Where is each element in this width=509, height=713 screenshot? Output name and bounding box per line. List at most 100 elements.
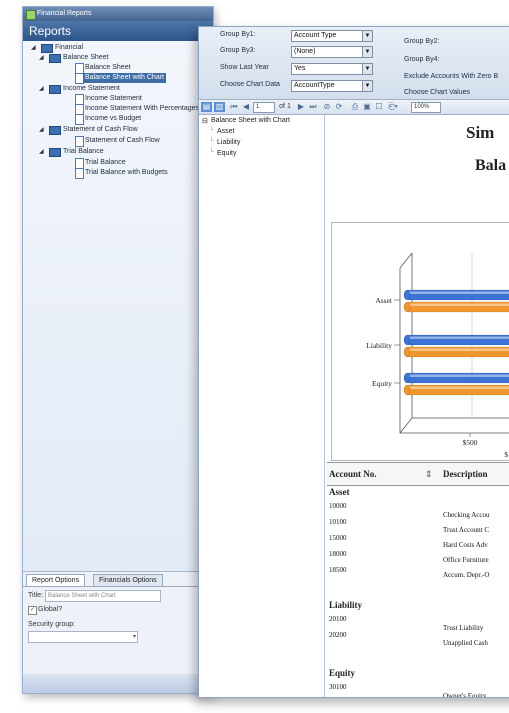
tree-item-trial-balance-with-budgets[interactable]: Trial Balance with Budgets <box>23 168 203 179</box>
group-by1-select[interactable]: Account Type ▼ <box>291 30 373 42</box>
sort-icon[interactable]: ⇕ <box>425 469 433 480</box>
refresh-icon[interactable]: ⟳ <box>334 102 344 112</box>
title-label: Title: <box>28 592 43 599</box>
choose-chart-data-select[interactable]: AccountType ▼ <box>291 80 373 92</box>
tree-item-balance-sheet-with-chart[interactable]: Balance Sheet with Chart <box>23 73 203 84</box>
show-last-year-select[interactable]: Yes ▼ <box>291 63 373 75</box>
account-no: 18500 <box>329 566 347 574</box>
bar-highlight <box>406 374 509 377</box>
print-icon[interactable]: ⎙ <box>350 102 360 112</box>
column-description[interactable]: Description <box>443 469 488 479</box>
dropdown-arrow-icon: ▼ <box>362 31 372 41</box>
security-group-select[interactable]: ▾ <box>28 631 138 643</box>
doc-map-collapse-icon[interactable]: ⊟ <box>202 117 208 125</box>
tree-node-statement-of-cash-flow[interactable]: ◢ Statement of Cash Flow <box>23 125 203 135</box>
tree-item-income-statement[interactable]: Income Statement <box>23 94 203 105</box>
stop-icon[interactable]: ⊘ <box>322 102 332 112</box>
account-no: 18000 <box>329 550 347 558</box>
account-no: 10000 <box>329 502 347 510</box>
bar-highlight <box>406 291 509 294</box>
x-axis-label: $ in <box>504 450 509 459</box>
tree-item-statement-of-cash-flow[interactable]: Statement of Cash Flow <box>23 136 203 147</box>
doc-map-root[interactable]: Balance Sheet with Chart <box>211 117 290 124</box>
account-no: 30100 <box>329 683 347 691</box>
tree-node-financial[interactable]: ◢ Financial <box>23 43 203 53</box>
doc-map-item-asset[interactable]: Asset <box>217 128 235 135</box>
account-no: 10100 <box>329 518 347 526</box>
category-label-asset: Asset <box>375 296 393 305</box>
bar-end-cap <box>403 289 411 301</box>
dropdown-arrow-icon: ▼ <box>362 47 372 57</box>
print-layout-icon[interactable]: ▣ <box>362 102 372 112</box>
account-description: Unapplied Cash <box>443 639 488 647</box>
bar-end-cap <box>403 334 411 346</box>
tab-financials-options[interactable]: Financials Options <box>93 574 163 586</box>
tree-node-balance-sheet[interactable]: ◢ Balance Sheet <box>23 53 203 63</box>
collapse-icon[interactable]: ◢ <box>39 84 44 94</box>
folder-icon <box>41 44 53 53</box>
account-no: 20200 <box>329 631 347 639</box>
global-label: Global? <box>38 606 63 613</box>
parameters-icon[interactable]: ▥ <box>214 102 225 112</box>
tab-report-options[interactable]: Report Options <box>26 574 86 586</box>
security-group-label: Security group: <box>28 621 76 628</box>
doc-map-item-liability[interactable]: Liability <box>217 139 240 146</box>
bar-end-cap <box>403 346 411 358</box>
folder-icon <box>49 85 61 94</box>
balance-chart: Asset Liability Equity $500 $ in <box>331 222 509 461</box>
folder-icon <box>49 148 61 157</box>
group-by2-label: Group By2: <box>404 38 440 45</box>
tree-node-income-statement[interactable]: ◢ Income Statement <box>23 84 203 94</box>
collapse-icon[interactable]: ◢ <box>31 43 36 53</box>
options-panel: Report Options Financials Options Title:… <box>23 571 213 693</box>
doc-map-item-equity[interactable]: Equity <box>217 150 236 157</box>
tree-item-income-vs-budget[interactable]: Income vs Budget <box>23 114 203 125</box>
bar-end-cap <box>403 384 411 396</box>
global-checkbox[interactable]: ✓ <box>28 606 37 615</box>
document-map: ⊟ Balance Sheet with Chart └ Asset └ Lia… <box>199 115 325 697</box>
folder-icon <box>49 54 61 63</box>
category-label-equity: Equity <box>372 379 392 388</box>
account-description: Trust Liability <box>443 624 484 632</box>
first-page-icon[interactable]: ⏮ <box>229 102 239 112</box>
title-input[interactable]: Balance Sheet with Chart <box>45 590 161 602</box>
bar-highlight <box>406 348 509 351</box>
window-titlebar: Financial Reports <box>23 7 213 21</box>
bar-end-cap <box>403 301 411 313</box>
chart-svg: Asset Liability Equity $500 $ in <box>366 252 509 459</box>
collapse-icon[interactable]: ◢ <box>39 147 44 157</box>
tree-item-balance-sheet[interactable]: Balance Sheet <box>23 63 203 74</box>
group-heading: Asset <box>329 487 350 497</box>
bar-end-cap <box>403 372 411 384</box>
collapse-icon[interactable]: ◢ <box>39 53 44 63</box>
page-number-input[interactable]: 1 <box>253 102 275 113</box>
last-page-icon[interactable]: ⏭ <box>308 102 318 112</box>
choose-chart-values-label: Choose Chart Values <box>404 89 471 96</box>
zoom-select[interactable]: 100% <box>411 102 441 113</box>
window-title: Financial Reports <box>37 10 92 17</box>
account-description: Accum. Depr.-O <box>443 571 490 579</box>
group-by1-label: Group By1: <box>220 31 256 38</box>
previous-page-icon[interactable]: ◀ <box>241 102 251 112</box>
document-map-icon[interactable]: ▤ <box>201 102 212 112</box>
report-toolbar: ▤ ▥ ⏮ ◀ 1 of 1 ▶ ⏭ ⊘ ⟳ ⎙ ▣ ☐ ⎗▾ 100% <box>199 100 509 115</box>
status-strip <box>23 674 213 693</box>
group-by4-label: Group By4: <box>404 56 440 63</box>
choose-chart-data-label: Choose Chart Data <box>220 81 280 88</box>
page-setup-icon[interactable]: ☐ <box>374 102 384 112</box>
account-no: 20100 <box>329 615 347 623</box>
tree-item-income-statement-with-percentages[interactable]: Income Statement With Percentages <box>23 104 213 115</box>
table-header: Account No. ⇕ Description <box>327 462 509 486</box>
financial-reports-window: Financial Reports Reports ◢ Financial ◢ … <box>22 6 214 694</box>
app-icon <box>26 10 36 20</box>
collapse-icon[interactable]: ◢ <box>39 125 44 135</box>
tree-item-trial-balance[interactable]: Trial Balance <box>23 158 203 169</box>
group-by3-select[interactable]: (None) ▼ <box>291 46 373 58</box>
next-page-icon[interactable]: ▶ <box>296 102 306 112</box>
tree-node-trial-balance[interactable]: ◢ Trial Balance <box>23 147 203 157</box>
company-title: Sim <box>466 123 495 142</box>
column-account-no[interactable]: Account No. <box>329 469 377 479</box>
x-tick-label: $500 <box>463 438 478 447</box>
report-viewer-window: Group By1: Account Type ▼ Group By3: (No… <box>198 26 509 698</box>
export-icon[interactable]: ⎗▾ <box>386 102 400 112</box>
